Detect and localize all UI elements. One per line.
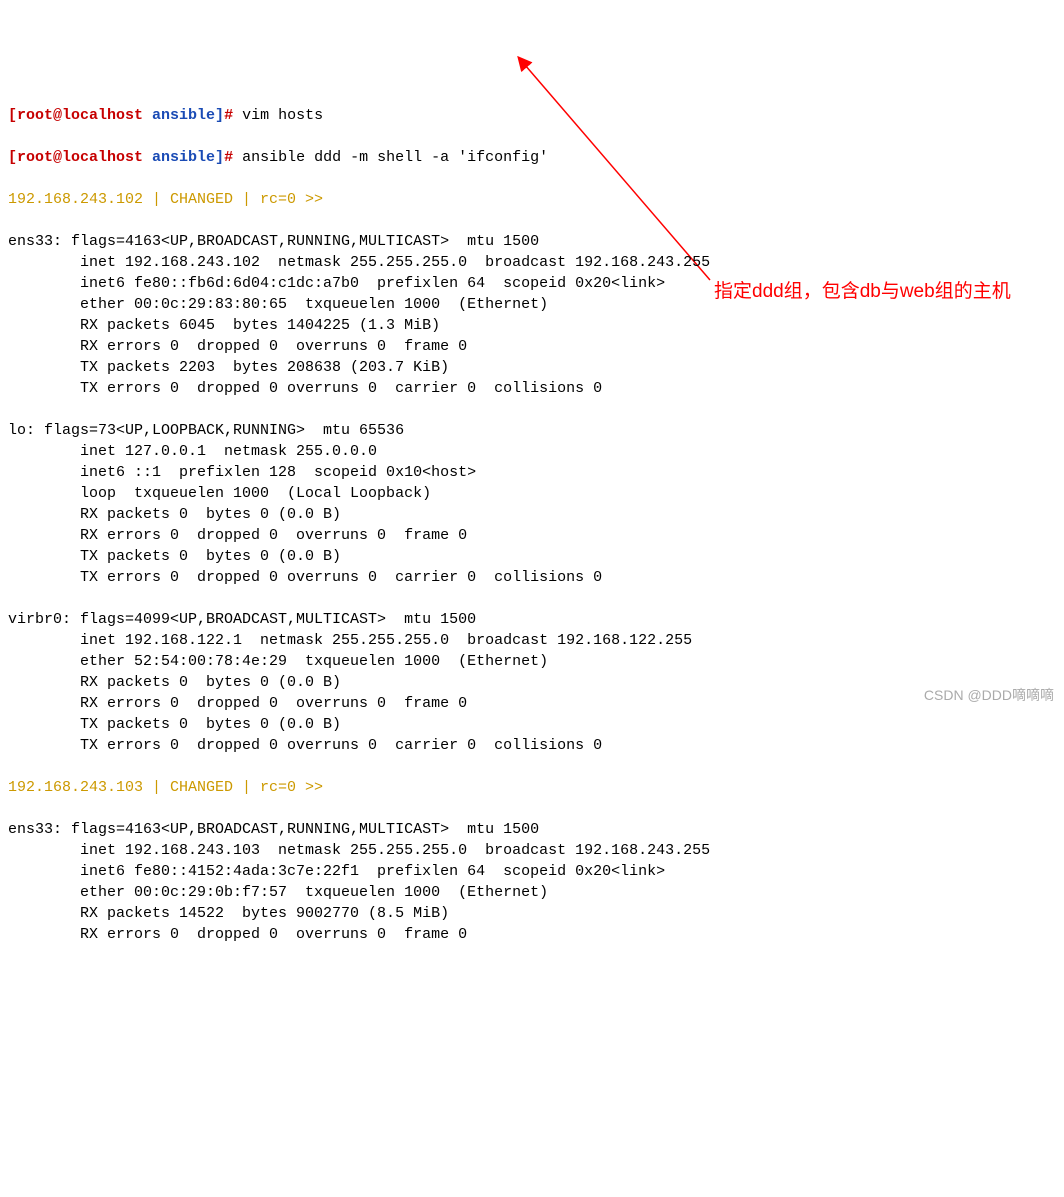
output-line: ens33: flags=4163<UP,BROADCAST,RUNNING,M…	[8, 231, 1056, 252]
output-line: inet 192.168.122.1 netmask 255.255.255.0…	[8, 630, 1056, 651]
output-line: inet6 ::1 prefixlen 128 scopeid 0x10<hos…	[8, 462, 1056, 483]
output-line: ether 00:0c:29:0b:f7:57 txqueuelen 1000 …	[8, 882, 1056, 903]
output-line: RX packets 0 bytes 0 (0.0 B)	[8, 504, 1056, 525]
output-line: TX errors 0 dropped 0 overruns 0 carrier…	[8, 735, 1056, 756]
output-line	[8, 588, 1056, 609]
output-line: TX errors 0 dropped 0 overruns 0 carrier…	[8, 378, 1056, 399]
output-line: TX packets 2203 bytes 208638 (203.7 KiB)	[8, 357, 1056, 378]
prompt-user-host: [root@localhost	[8, 149, 143, 166]
output-line: RX packets 6045 bytes 1404225 (1.3 MiB)	[8, 315, 1056, 336]
output-line: inet6 fe80::4152:4ada:3c7e:22f1 prefixle…	[8, 861, 1056, 882]
output-line: RX packets 0 bytes 0 (0.0 B)	[8, 672, 1056, 693]
ifconfig-output-1: ens33: flags=4163<UP,BROADCAST,RUNNING,M…	[8, 231, 1056, 756]
output-line: TX errors 0 dropped 0 overruns 0 carrier…	[8, 567, 1056, 588]
output-line: RX errors 0 dropped 0 overruns 0 frame 0	[8, 525, 1056, 546]
output-line: TX packets 0 bytes 0 (0.0 B)	[8, 546, 1056, 567]
prompt-hash: #	[224, 107, 233, 124]
output-line: inet 192.168.243.102 netmask 255.255.255…	[8, 252, 1056, 273]
output-line: RX packets 14522 bytes 9002770 (8.5 MiB)	[8, 903, 1056, 924]
prev-command-partial: [root@localhost ansible]# vim hosts	[8, 105, 1056, 126]
output-line: RX errors 0 dropped 0 overruns 0 frame 0	[8, 924, 1056, 945]
output-line: inet 127.0.0.1 netmask 255.0.0.0	[8, 441, 1056, 462]
command-line: [root@localhost ansible]# ansible ddd -m…	[8, 147, 1056, 168]
output-line: TX packets 0 bytes 0 (0.0 B)	[8, 714, 1056, 735]
output-line: RX errors 0 dropped 0 overruns 0 frame 0	[8, 693, 1056, 714]
output-line: RX errors 0 dropped 0 overruns 0 frame 0	[8, 336, 1056, 357]
output-line: virbr0: flags=4099<UP,BROADCAST,MULTICAS…	[8, 609, 1056, 630]
terminal-output[interactable]: [root@localhost ansible]# vim hosts [roo…	[8, 84, 1056, 966]
host-status-2: 192.168.243.103 | CHANGED | rc=0 >>	[8, 777, 1056, 798]
output-line: ether 52:54:00:78:4e:29 txqueuelen 1000 …	[8, 651, 1056, 672]
command-text: ansible ddd -m shell -a 'ifconfig'	[242, 149, 548, 166]
prompt-user-host: [root@localhost	[8, 107, 143, 124]
output-line: lo: flags=73<UP,LOOPBACK,RUNNING> mtu 65…	[8, 420, 1056, 441]
prompt-path: ansible]	[152, 149, 224, 166]
host-status-1: 192.168.243.102 | CHANGED | rc=0 >>	[8, 189, 1056, 210]
prompt-path: ansible]	[152, 107, 224, 124]
output-line: ether 00:0c:29:83:80:65 txqueuelen 1000 …	[8, 294, 1056, 315]
output-line: loop txqueuelen 1000 (Local Loopback)	[8, 483, 1056, 504]
output-line	[8, 399, 1056, 420]
prev-command-text: vim hosts	[242, 107, 323, 124]
ifconfig-output-2: ens33: flags=4163<UP,BROADCAST,RUNNING,M…	[8, 819, 1056, 945]
output-line: inet6 fe80::fb6d:6d04:c1dc:a7b0 prefixle…	[8, 273, 1056, 294]
prompt-hash: #	[224, 149, 233, 166]
output-line: ens33: flags=4163<UP,BROADCAST,RUNNING,M…	[8, 819, 1056, 840]
output-line: inet 192.168.243.103 netmask 255.255.255…	[8, 840, 1056, 861]
